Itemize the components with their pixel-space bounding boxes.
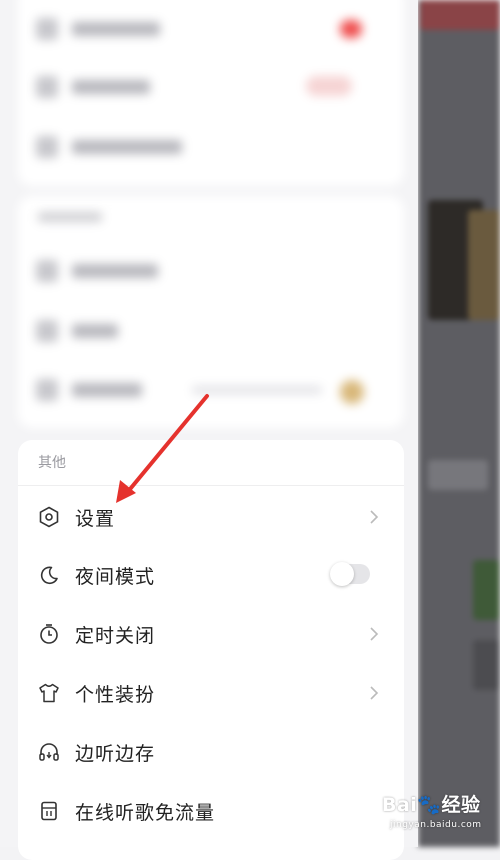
section-divider (18, 485, 404, 486)
watermark-site: jingyan.baidu.com (390, 820, 482, 830)
sim-card-icon (37, 799, 61, 823)
section-title-other: 其他 (38, 455, 66, 471)
baidu-jingyan-watermark: Bai🐾经验 jingyan.baidu.com (382, 790, 492, 840)
chevron-right-icon (364, 683, 384, 703)
moon-icon (37, 563, 61, 587)
watermark-brand: Bai🐾经验 (382, 794, 481, 816)
menu-item-label: 个性装扮 (75, 683, 156, 706)
timer-icon (37, 622, 61, 646)
menu-item-theme[interactable]: 个性装扮 (18, 664, 404, 722)
menu-item-settings[interactable]: 设置 (18, 488, 404, 546)
menu-item-listen-and-save[interactable]: 边听边存 (18, 723, 404, 781)
menu-item-label: 夜间模式 (75, 565, 156, 588)
toggle-knob (330, 562, 354, 586)
tshirt-icon (37, 681, 61, 705)
hexagon-settings-icon (37, 505, 61, 529)
menu-item-label: 定时关闭 (75, 624, 156, 647)
night-mode-toggle[interactable] (330, 562, 370, 586)
menu-item-free-data[interactable]: 在线听歌免流量 (18, 782, 404, 840)
side-drawer: 其他 设置 夜间模式 定时关闭 个性装扮 边听边存 在线听歌免流量 (0, 0, 418, 860)
background-app-content (418, 0, 500, 847)
menu-item-label: 设置 (75, 507, 116, 530)
chevron-right-icon (364, 624, 384, 644)
headphones-download-icon (37, 740, 61, 764)
menu-item-sleep-timer[interactable]: 定时关闭 (18, 605, 404, 663)
chevron-right-icon (364, 507, 384, 527)
menu-item-night-mode[interactable]: 夜间模式 (18, 546, 404, 604)
menu-item-label: 在线听歌免流量 (75, 801, 216, 824)
menu-item-label: 边听边存 (75, 742, 156, 765)
paw-icon: 🐾 (417, 794, 442, 816)
